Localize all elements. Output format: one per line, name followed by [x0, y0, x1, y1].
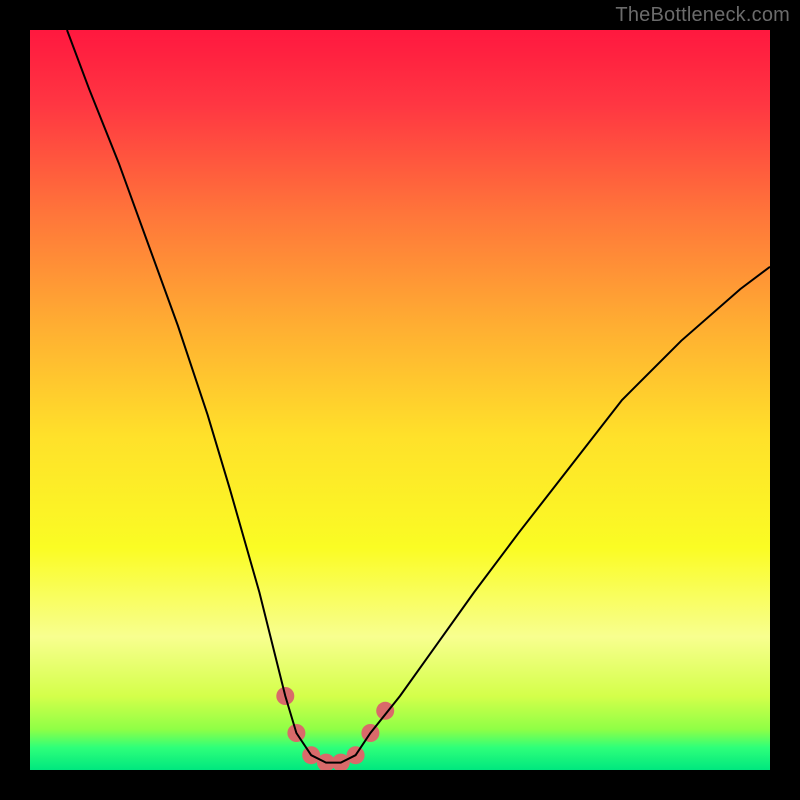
bottleneck-chart	[30, 30, 770, 770]
gradient-background	[30, 30, 770, 770]
watermark-text: TheBottleneck.com	[615, 4, 790, 27]
chart-frame	[30, 30, 770, 770]
trough-marker	[376, 702, 394, 720]
